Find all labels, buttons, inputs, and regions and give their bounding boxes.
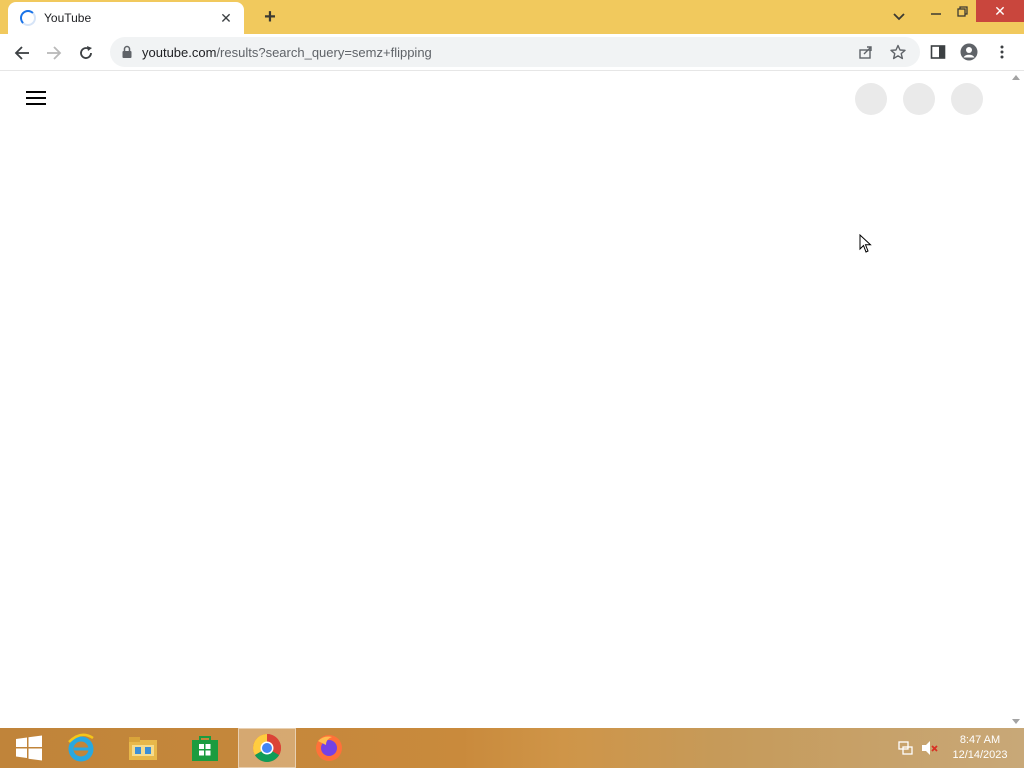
url-text[interactable]: youtube.com/results?search_query=semz+fl…: [142, 45, 432, 60]
folder-icon: [129, 737, 157, 760]
internet-explorer-taskbar-button[interactable]: [52, 728, 110, 768]
firefox-icon: [316, 735, 342, 761]
scroll-up-arrow-icon[interactable]: [1012, 75, 1020, 80]
tab-strip: YouTube ✕ + ✕: [0, 0, 1024, 34]
tab-youtube[interactable]: YouTube ✕: [8, 2, 244, 34]
new-tab-button[interactable]: +: [260, 6, 280, 28]
url-host: youtube.com: [142, 45, 217, 60]
start-button[interactable]: [0, 728, 58, 768]
clock-time: 8:47 AM: [959, 734, 1001, 746]
guide-menu-icon[interactable]: [26, 91, 46, 105]
scroll-down-arrow-icon[interactable]: [1012, 719, 1020, 724]
share-icon[interactable]: [858, 44, 874, 60]
forward-button[interactable]: [43, 42, 65, 64]
minimize-button[interactable]: [922, 0, 950, 22]
mouse-cursor-icon: [859, 234, 872, 253]
lock-icon[interactable]: [121, 45, 133, 59]
tab-search-chevron-down-icon[interactable]: [890, 8, 908, 26]
taskbar-clock[interactable]: 8:47 AM 12/14/2023: [944, 733, 1016, 763]
internet-explorer-icon: [68, 733, 94, 762]
file-explorer-taskbar-button[interactable]: [114, 728, 172, 768]
chrome-taskbar-button[interactable]: [238, 728, 296, 768]
bookmark-star-icon[interactable]: [890, 44, 906, 60]
address-bar[interactable]: youtube.com/results?search_query=semz+fl…: [110, 37, 920, 67]
clock-date: 12/14/2023: [952, 749, 1008, 761]
firefox-taskbar-button[interactable]: [300, 728, 358, 768]
skeleton-avatar-placeholder: [951, 83, 983, 115]
profile-avatar-icon[interactable]: [960, 43, 978, 61]
windows-taskbar: 8:47 AM 12/14/2023: [0, 728, 1024, 768]
loading-spinner-icon: [20, 10, 36, 26]
browser-toolbar: youtube.com/results?search_query=semz+fl…: [0, 34, 1024, 71]
side-panel-icon[interactable]: [929, 43, 947, 61]
skeleton-button-placeholder: [855, 83, 887, 115]
volume-muted-tray-icon[interactable]: [921, 728, 939, 768]
store-bag-icon: [192, 736, 218, 761]
chrome-icon: [253, 734, 281, 762]
store-taskbar-button[interactable]: [176, 728, 234, 768]
windows-logo-icon: [16, 735, 42, 761]
window-close-button[interactable]: ✕: [976, 0, 1024, 22]
restore-button[interactable]: [948, 0, 976, 22]
url-path: /results?search_query=semz+flipping: [216, 45, 432, 60]
chrome-menu-icon[interactable]: [993, 43, 1011, 61]
tab-close-icon[interactable]: ✕: [218, 10, 234, 26]
youtube-page: [0, 71, 1008, 728]
stop-loading-button[interactable]: [75, 42, 97, 64]
skeleton-button-placeholder: [903, 83, 935, 115]
page-scrollbar[interactable]: [1008, 71, 1024, 728]
back-button[interactable]: [11, 42, 33, 64]
network-tray-icon[interactable]: [898, 728, 914, 768]
tab-title: YouTube: [44, 11, 92, 25]
